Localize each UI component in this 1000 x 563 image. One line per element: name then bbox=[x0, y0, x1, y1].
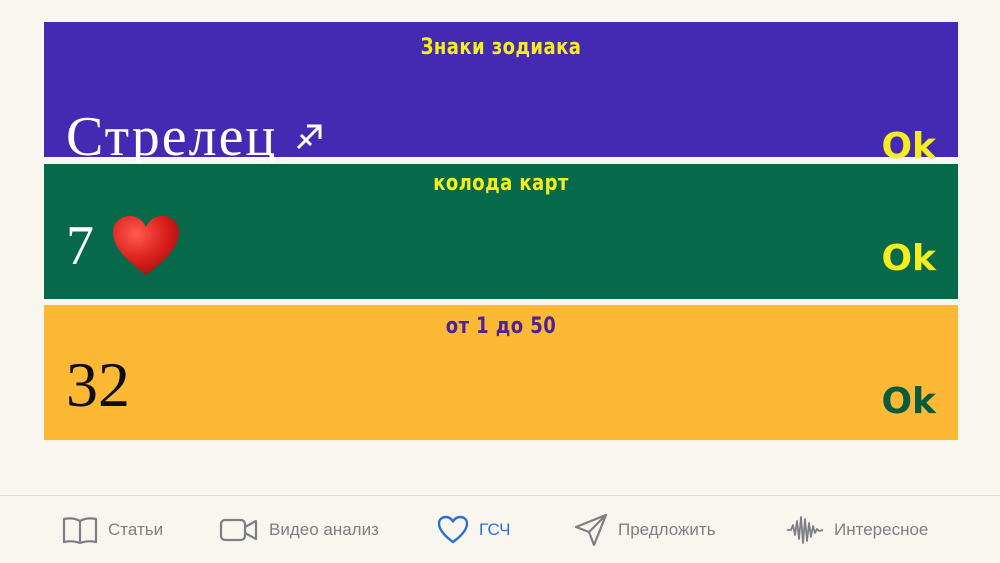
tab-interesting-label: Интересное bbox=[834, 519, 929, 539]
book-icon bbox=[62, 516, 98, 544]
number-range-card: от 1 до 50 32 Ok bbox=[44, 305, 958, 440]
sagittarius-icon bbox=[297, 124, 322, 150]
card-deck-ok-button[interactable]: Ok bbox=[881, 241, 936, 277]
tab-rng[interactable]: ГСЧ bbox=[437, 496, 511, 563]
tab-articles[interactable]: Статьи bbox=[62, 496, 163, 563]
tab-interesting[interactable]: Интересное bbox=[786, 496, 928, 563]
zodiac-card-title: Знаки зодиака bbox=[420, 35, 582, 60]
number-value: 32 bbox=[66, 349, 130, 420]
tab-video-analysis-label: Видео анализ bbox=[269, 519, 379, 539]
heart-icon bbox=[113, 216, 179, 275]
card-deck-value-text: 7 bbox=[66, 215, 94, 277]
bottom-tab-bar: Статьи Видео анализ ГСЧ Предложить Интер… bbox=[0, 495, 1000, 563]
card-deck-value: 7 bbox=[66, 215, 180, 277]
tab-suggest-label: Предложить bbox=[618, 519, 716, 539]
waveform-icon bbox=[787, 515, 824, 544]
zodiac-card: Знаки зодиака Стрелец Ok bbox=[44, 22, 958, 165]
tab-rng-label: ГСЧ bbox=[479, 519, 511, 539]
paper-plane-icon bbox=[574, 513, 608, 546]
zodiac-ok-button[interactable]: Ok bbox=[881, 129, 936, 165]
tab-articles-label: Статьи bbox=[108, 519, 164, 539]
tab-suggest[interactable]: Предложить bbox=[574, 496, 716, 563]
tab-video-analysis[interactable]: Видео анализ bbox=[219, 496, 379, 563]
zodiac-value: Стрелец bbox=[66, 109, 323, 165]
card-deck-card: колода карт 7 Ok bbox=[44, 164, 958, 299]
heart-outline-icon bbox=[437, 515, 469, 543]
video-camera-icon bbox=[219, 518, 258, 541]
zodiac-value-text: Стрелец bbox=[66, 106, 278, 168]
number-range-ok-button[interactable]: Ok bbox=[881, 384, 936, 420]
card-deck-card-title: колода карт bbox=[433, 171, 569, 196]
number-range-card-title: от 1 до 50 bbox=[445, 314, 557, 339]
